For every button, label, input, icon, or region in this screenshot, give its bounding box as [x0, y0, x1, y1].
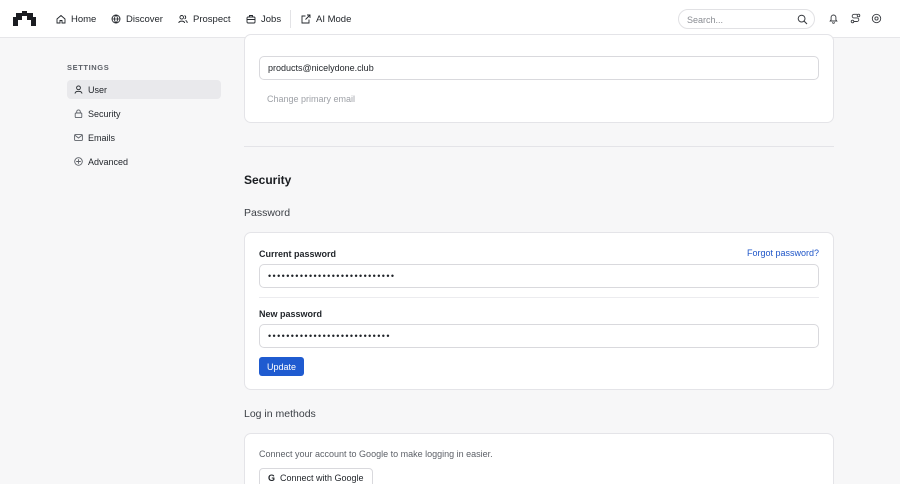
login-methods-help: Connect your account to Google to make l… [259, 449, 493, 459]
new-password-field[interactable] [259, 324, 819, 348]
email-card: Change primary email [244, 34, 834, 123]
nav-ai-mode[interactable]: AI Mode [301, 11, 351, 27]
current-password-label: Current password [259, 249, 337, 259]
user-icon [74, 85, 83, 94]
nav-prospect[interactable]: Prospect [178, 11, 231, 27]
security-title: Security [244, 173, 292, 187]
nav-discover[interactable]: Discover [111, 11, 163, 27]
search-icon[interactable] [797, 14, 808, 25]
sidebar-item-label: Advanced [88, 156, 129, 167]
connect-google-button[interactable]: G Connect with Google [259, 468, 373, 484]
nav-discover-label: Discover [126, 13, 163, 25]
change-primary-email-button[interactable]: Change primary email [259, 90, 363, 108]
sidebar-item-emails[interactable]: Emails [67, 128, 221, 147]
nav-jobs-label: Jobs [261, 13, 282, 25]
search-box[interactable] [678, 9, 815, 29]
sidebar-item-user[interactable]: User [67, 80, 221, 99]
sidebar-item-label: Emails [88, 132, 116, 143]
nav-divider [290, 10, 291, 28]
home-icon [56, 14, 66, 24]
nav-prospect-label: Prospect [193, 13, 231, 25]
forgot-password-link[interactable]: Forgot password? [747, 248, 819, 258]
globe-icon [111, 14, 121, 24]
nav-home-label: Home [71, 13, 97, 25]
connect-google-label: Connect with Google [280, 473, 364, 483]
nav-ai-mode-label: AI Mode [316, 13, 352, 25]
current-password-field[interactable] [259, 264, 819, 288]
route-icon[interactable] [850, 13, 861, 24]
mail-icon [74, 134, 83, 141]
logo-icon[interactable] [13, 11, 36, 26]
advanced-icon [74, 157, 83, 166]
password-card: Current password Forgot password? New pa… [244, 232, 834, 390]
update-button[interactable]: Update [259, 357, 305, 376]
settings-icon[interactable] [871, 13, 882, 24]
field-divider [259, 297, 819, 298]
search-input[interactable] [687, 13, 792, 26]
lock-icon [74, 109, 83, 118]
nav-home[interactable]: Home [56, 11, 96, 27]
sidebar-item-label: User [88, 84, 108, 95]
users-icon [178, 15, 188, 24]
google-icon: G [268, 473, 276, 483]
bell-icon[interactable] [828, 13, 839, 24]
briefcase-icon [246, 15, 256, 24]
sidebar-item-advanced[interactable]: Advanced [67, 152, 221, 171]
section-divider [244, 146, 834, 147]
sidebar-item-label: Security [88, 108, 121, 119]
external-link-icon [301, 14, 311, 24]
sidebar-item-security[interactable]: Security [67, 104, 221, 123]
nav-jobs[interactable]: Jobs [246, 11, 281, 27]
email-field[interactable] [259, 56, 819, 80]
new-password-label: New password [259, 309, 323, 319]
login-methods-card: Connect your account to Google to make l… [244, 433, 834, 484]
sidebar-heading: SETTINGS [67, 63, 110, 72]
login-methods-heading: Log in methods [244, 408, 316, 420]
password-heading: Password [244, 207, 291, 219]
top-navigation-bar: Home Discover Prospect Jobs AI Mode [0, 0, 900, 38]
